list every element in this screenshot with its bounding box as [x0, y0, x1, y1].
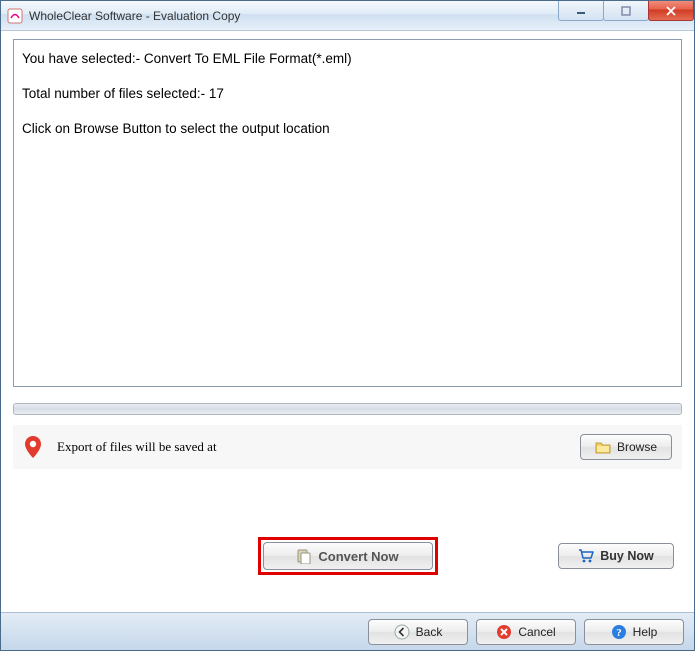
convert-now-button[interactable]: Convert Now: [263, 542, 433, 570]
info-panel: You have selected:- Convert To EML File …: [13, 39, 682, 387]
title-bar: WholeClear Software - Evaluation Copy: [1, 1, 694, 31]
location-pin-icon: [23, 435, 43, 459]
convert-highlight: Convert Now: [258, 537, 438, 575]
minimize-button[interactable]: [558, 1, 604, 21]
info-line-format: You have selected:- Convert To EML File …: [22, 50, 673, 69]
progress-bar: [13, 403, 682, 415]
paste-icon: [296, 548, 312, 564]
help-button[interactable]: ? Help: [584, 619, 684, 645]
cancel-label: Cancel: [518, 625, 555, 639]
cancel-button[interactable]: Cancel: [476, 619, 576, 645]
action-row: Convert Now Buy Now: [13, 537, 682, 575]
help-icon: ?: [611, 624, 627, 640]
cart-icon: [578, 548, 594, 564]
back-button[interactable]: Back: [368, 619, 468, 645]
maximize-button[interactable]: [603, 1, 649, 21]
window-controls: [559, 1, 694, 21]
close-button[interactable]: [648, 1, 694, 21]
app-window: WholeClear Software - Evaluation Copy Yo…: [0, 0, 695, 651]
back-label: Back: [416, 625, 443, 639]
browse-label: Browse: [617, 440, 657, 454]
export-label: Export of files will be saved at: [57, 439, 566, 455]
browse-button[interactable]: Browse: [580, 434, 672, 460]
footer-bar: Back Cancel ? Help: [1, 612, 694, 650]
app-icon: [7, 8, 23, 24]
minimize-icon: [576, 6, 586, 16]
content-area: You have selected:- Convert To EML File …: [1, 31, 694, 612]
cancel-icon: [496, 624, 512, 640]
info-line-count: Total number of files selected:- 17: [22, 85, 673, 104]
buy-now-button[interactable]: Buy Now: [558, 543, 674, 569]
back-arrow-icon: [394, 624, 410, 640]
buy-label: Buy Now: [600, 549, 653, 563]
help-label: Help: [633, 625, 658, 639]
svg-text:?: ?: [616, 627, 622, 639]
export-strip: Export of files will be saved at Browse: [13, 425, 682, 469]
maximize-icon: [621, 6, 631, 16]
convert-label: Convert Now: [318, 549, 398, 564]
close-icon: [666, 6, 676, 16]
folder-icon: [595, 439, 611, 455]
info-line-instruction: Click on Browse Button to select the out…: [22, 120, 673, 139]
window-title: WholeClear Software - Evaluation Copy: [29, 9, 240, 23]
